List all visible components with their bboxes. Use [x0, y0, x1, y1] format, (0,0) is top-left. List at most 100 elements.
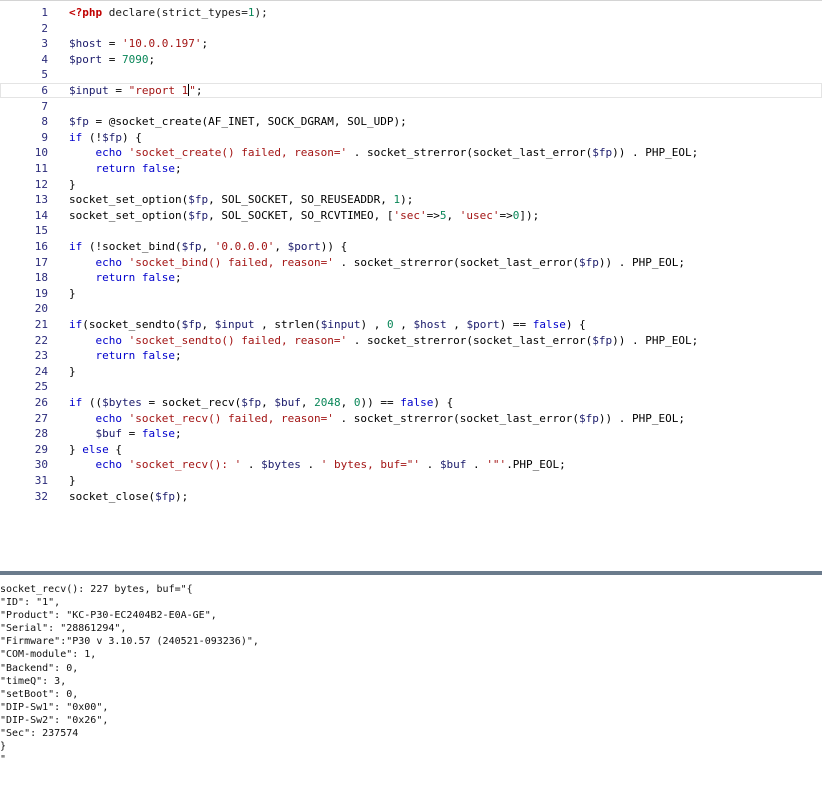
line-number: 19: [34, 286, 48, 300]
line-number: 23: [34, 349, 48, 363]
code-line[interactable]: 25: [0, 379, 822, 394]
code-line[interactable]: 11 return false;: [0, 161, 822, 176]
code-token: . socket_strerror(socket_last_error(: [333, 255, 579, 269]
line-number: 31: [34, 474, 48, 487]
code-line[interactable]: 1 <?php declare(strict_types=1);: [0, 5, 822, 20]
code-token: = @socket_create(AF_INET, SOCK_DGRAM, SO…: [88, 115, 407, 129]
code-token: ) ,: [360, 318, 387, 331]
code-line[interactable]: 30 echo 'socket_recv(): ' . $bytes . ' b…: [0, 457, 822, 472]
code-token: ,: [446, 318, 467, 331]
code-line[interactable]: 23 return false;: [0, 348, 822, 363]
line-number: 5: [41, 68, 48, 82]
code-line[interactable]: 16 if (!socket_bind($fp, '0.0.0.0', $port…: [0, 239, 822, 254]
code-token: );: [254, 6, 268, 19]
code-token: false: [400, 396, 434, 409]
code-line[interactable]: 14 socket_set_option($fp, SOL_SOCKET, SO_…: [0, 208, 822, 223]
code-token: ,: [201, 240, 215, 253]
line-number: 2: [41, 21, 48, 35]
code-line[interactable]: 15: [0, 223, 822, 238]
code-line[interactable]: 6 $input = "report 1";: [0, 83, 822, 98]
code-line[interactable]: 21 if(socket_sendto($fp, $input , strlen(…: [0, 317, 822, 332]
code-token: . socket_strerror(socket_last_error(: [347, 146, 593, 160]
code-line[interactable]: 3 $host = '10.0.0.197';: [0, 36, 822, 51]
code-line[interactable]: 24}: [0, 364, 822, 379]
code-editor[interactable]: 1 <?php declare(strict_types=1); 2 3 $host =…: [0, 0, 822, 571]
code-token: ,: [300, 396, 315, 409]
code-line[interactable]: 28 $buf = false;: [0, 426, 822, 441]
line-number: 22: [34, 333, 48, 347]
code-token: ": [189, 84, 196, 97]
code-token: );: [400, 193, 414, 207]
line-number: 11: [34, 162, 48, 175]
code-token: ;: [175, 162, 182, 175]
output-line: socket_recv(): 227 bytes, buf="{: [0, 584, 193, 595]
code-token: 'sec': [393, 208, 427, 222]
code-token: '"': [486, 458, 507, 472]
code-line[interactable]: 17 echo 'socket_bind() failed, reason=' …: [0, 255, 822, 270]
line-number: 16: [34, 240, 48, 253]
code-token: "report 1: [128, 84, 189, 97]
output-line: "timeQ": 3,: [0, 675, 67, 687]
code-line[interactable]: 9 if (!$fp) {: [0, 130, 822, 145]
code-line[interactable]: 27 echo 'socket_recv() failed, reason=' …: [0, 411, 822, 426]
code-token: 5: [439, 208, 447, 222]
code-line[interactable]: 2: [0, 21, 822, 36]
code-text: if (!$fp) {: [69, 130, 142, 145]
line-number: 4: [41, 52, 48, 66]
code-token: ;: [175, 271, 182, 285]
code-token: return: [95, 271, 136, 285]
code-token: $port: [466, 318, 500, 331]
output-line: "Backend": 0,: [0, 662, 79, 674]
pane-splitter[interactable]: [0, 571, 822, 575]
code-line[interactable]: 10 echo 'socket_create() failed, reason=…: [0, 145, 822, 160]
line-number: 27: [34, 411, 48, 425]
code-token: echo: [95, 458, 123, 472]
code-token: echo: [95, 411, 123, 425]
code-token: false: [141, 162, 175, 175]
line-number: 1: [41, 6, 48, 19]
code-line[interactable]: 26 if (($bytes = socket_recv($fp, $buf, 2…: [0, 395, 822, 410]
code-line[interactable]: 4 $port = 7090;: [0, 52, 822, 67]
code-text: }: [69, 286, 76, 301]
code-token: ) ==: [499, 318, 533, 331]
code-token: $input: [69, 84, 109, 97]
code-line[interactable]: 12}: [0, 177, 822, 192]
code-line[interactable]: 29} else {: [0, 442, 822, 457]
code-line[interactable]: 19}: [0, 286, 822, 301]
code-text: if (($bytes = socket_recv($fp, $buf, 204…: [69, 395, 453, 410]
code-token: $bytes: [261, 458, 301, 472]
output-line: "DIP-Sw2": "0x26",: [0, 714, 109, 726]
code-line[interactable]: 7: [0, 99, 822, 114]
code-line[interactable]: 8 $fp = @socket_create(AF_INET, SOCK_DGRA…: [0, 114, 822, 129]
code-token: }: [69, 364, 76, 378]
code-line[interactable]: 32 socket_close($fp);: [0, 489, 822, 504]
code-line[interactable]: 13 socket_set_option($fp, SOL_SOCKET, SO_…: [0, 192, 822, 207]
code-token: $fp: [102, 130, 122, 144]
code-text: echo 'socket_recv() failed, reason=' . s…: [69, 411, 685, 426]
line-number: 8: [41, 115, 48, 129]
code-line[interactable]: 18 return false;: [0, 270, 822, 285]
code-line[interactable]: 22 echo 'socket_sendto() failed, reason=…: [0, 333, 822, 348]
line-number: 32: [34, 489, 48, 503]
code-text: $buf = false;: [69, 426, 182, 441]
code-token: socket_set_option(: [69, 193, 189, 207]
code-token: declare(strict_types=: [102, 6, 248, 19]
code-line[interactable]: 31}: [0, 473, 822, 488]
code-text: return false;: [69, 348, 182, 363]
code-token: 7090: [122, 52, 149, 66]
code-token: ) {: [565, 318, 586, 331]
code-line[interactable]: 20: [0, 301, 822, 316]
code-token: =: [122, 427, 142, 441]
code-token: }: [69, 442, 83, 456]
code-token: $port: [287, 240, 321, 253]
code-line[interactable]: 5: [0, 67, 822, 82]
code-token: return: [95, 349, 136, 363]
line-number: 25: [34, 380, 48, 394]
